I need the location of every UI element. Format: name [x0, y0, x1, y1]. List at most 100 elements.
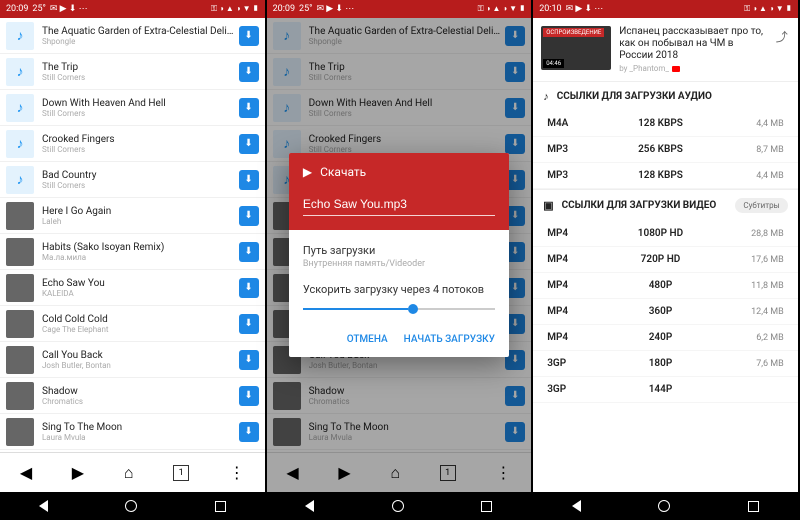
screen-formats: 20:10✉ ▶ ⬇ ⋯ ⚿ ◑ ▲ ◑ ▼ ▮ ОСПРОИЗВЕДЕНИЕ …	[533, 0, 800, 520]
nav-forward-icon[interactable]: ▶	[72, 463, 84, 482]
track-title: Down With Heaven And Hell	[42, 98, 239, 109]
filename-input[interactable]	[303, 193, 495, 216]
track-row[interactable]: Call You BackJosh Butler, Bontan⬇	[0, 342, 265, 378]
format-quality: 360P	[587, 306, 734, 317]
track-artist: Shpongle	[42, 37, 239, 46]
track-list[interactable]: ♪The Aquatic Garden of Extra-Celestial D…	[0, 18, 265, 452]
download-button[interactable]: ⬇	[239, 98, 259, 118]
cancel-button[interactable]: ОТМЕНА	[347, 334, 388, 345]
sys-home-icon[interactable]	[125, 500, 137, 512]
download-button[interactable]: ⬇	[239, 206, 259, 226]
download-button[interactable]: ⬇	[239, 422, 259, 442]
dialog-scrim[interactable]: ▶Скачать Путь загрузки Внутренняя память…	[267, 18, 532, 492]
nav-back-icon[interactable]: ◀	[20, 463, 32, 482]
format-quality: 1080P HD	[587, 228, 734, 239]
sys-back-icon[interactable]	[39, 500, 48, 512]
format-quality: 128 KBPS	[587, 170, 734, 181]
sys-recent-icon[interactable]	[215, 501, 226, 512]
format-row[interactable]: 3GP180P7,6 MB	[533, 351, 798, 377]
track-row[interactable]: ShadowChromatics⬇	[0, 378, 265, 414]
film-icon: ▣	[543, 199, 553, 212]
album-art	[6, 346, 34, 374]
format-quality: 128 KBPS	[587, 118, 734, 129]
format-quality: 480P	[587, 280, 734, 291]
system-nav	[0, 492, 265, 520]
download-button[interactable]: ⬇	[239, 62, 259, 82]
download-button[interactable]: ⬇	[239, 314, 259, 334]
download-button[interactable]: ⬇	[239, 134, 259, 154]
format-row[interactable]: MP4480P11,8 MB	[533, 273, 798, 299]
track-row[interactable]: ♪The Aquatic Garden of Extra-Celestial D…	[0, 18, 265, 54]
threads-label: Ускорить загрузку через 4 потоков	[303, 283, 495, 296]
sys-back-icon[interactable]	[305, 500, 314, 512]
track-title: Here I Go Again	[42, 206, 239, 217]
track-row[interactable]: Here I Go AgainLaleh⬇	[0, 198, 265, 234]
sys-home-icon[interactable]	[658, 500, 670, 512]
download-button[interactable]: ⬇	[239, 386, 259, 406]
music-note-icon: ♪	[543, 90, 549, 103]
format-row[interactable]: MP4720P HD17,6 MB	[533, 247, 798, 273]
track-artist: Still Corners	[42, 181, 239, 190]
track-row[interactable]: ♪Down With Heaven And HellStill Corners⬇	[0, 90, 265, 126]
track-artist: Still Corners	[42, 73, 239, 82]
track-title: Sing To The Moon	[42, 422, 239, 433]
track-artist: KALEIDA	[42, 289, 239, 298]
track-artist: Josh Butler, Bontan	[42, 361, 239, 370]
track-title: Bad Country	[42, 170, 239, 181]
path-value[interactable]: Внутренняя память/Videoder	[303, 259, 495, 269]
format-row[interactable]: MP3128 KBPS4,4 MB	[533, 163, 798, 189]
start-download-button[interactable]: НАЧАТЬ ЗАГРУЗКУ	[404, 334, 495, 345]
download-button[interactable]: ⬇	[239, 242, 259, 262]
format-quality: 240P	[587, 332, 734, 343]
home-icon[interactable]: ⌂	[124, 463, 134, 483]
duration-badge: 04:46	[543, 59, 564, 68]
download-icon: ▶	[303, 165, 312, 179]
track-row[interactable]: ♪Crooked FingersStill Corners⬇	[0, 126, 265, 162]
music-note-icon: ♪	[6, 22, 34, 50]
format-quality: 720P HD	[587, 254, 734, 265]
track-artist: Ма.ла.мила	[42, 253, 239, 262]
track-artist: Still Corners	[42, 145, 239, 154]
menu-icon[interactable]: ⋮	[229, 463, 245, 482]
format-row[interactable]: MP4360P12,4 MB	[533, 299, 798, 325]
format-size: 28,8 MB	[734, 229, 784, 239]
track-row[interactable]: Echo Saw YouKALEIDA⬇	[0, 270, 265, 306]
subtitles-button[interactable]: Субтитры	[735, 198, 787, 213]
track-row[interactable]: Sing To The MoonLaura Mvula⬇	[0, 414, 265, 450]
track-row[interactable]: Cold Cold ColdCage The Elephant⬇	[0, 306, 265, 342]
video-thumbnail[interactable]: ОСПРОИЗВЕДЕНИЕ 04:46	[541, 26, 611, 70]
format-ext: MP4	[547, 228, 587, 239]
track-artist: Laura Mvula	[42, 433, 239, 442]
track-title: Echo Saw You	[42, 278, 239, 289]
format-row[interactable]: 3GP144P	[533, 377, 798, 403]
browser-nav: ◀ ▶ ⌂ 1 ⋮	[0, 452, 265, 492]
track-title: Habits (Sako Isoyan Remix)	[42, 242, 239, 253]
track-row[interactable]: ♪Bad CountryStill Corners⬇	[0, 162, 265, 198]
track-row[interactable]: ♪The TripStill Corners⬇	[0, 54, 265, 90]
track-artist: Laleh	[42, 217, 239, 226]
album-art	[6, 238, 34, 266]
threads-slider[interactable]	[303, 308, 495, 310]
track-artist: Chromatics	[42, 397, 239, 406]
path-label: Путь загрузки	[303, 244, 495, 257]
format-row[interactable]: MP3256 KBPS8,7 MB	[533, 137, 798, 163]
track-row[interactable]: Habits (Sako Isoyan Remix)Ма.ла.мила⬇	[0, 234, 265, 270]
system-nav	[533, 492, 798, 520]
sys-back-icon[interactable]	[572, 500, 581, 512]
share-icon[interactable]: ⤴	[774, 26, 790, 47]
format-row[interactable]: M4A128 KBPS4,4 MB	[533, 111, 798, 137]
download-button[interactable]: ⬇	[239, 26, 259, 46]
format-ext: 3GP	[547, 358, 587, 369]
status-bar: 20:10✉ ▶ ⬇ ⋯ ⚿ ◑ ▲ ◑ ▼ ▮	[533, 0, 798, 18]
sys-home-icon[interactable]	[392, 500, 404, 512]
format-row[interactable]: MP4240P6,2 MB	[533, 325, 798, 351]
tabs-button[interactable]: 1	[173, 465, 189, 481]
format-row[interactable]: MP41080P HD28,8 MB	[533, 221, 798, 247]
sys-recent-icon[interactable]	[748, 501, 759, 512]
download-button[interactable]: ⬇	[239, 278, 259, 298]
sys-recent-icon[interactable]	[481, 501, 492, 512]
format-size: 7,6 MB	[734, 359, 784, 369]
download-button[interactable]: ⬇	[239, 170, 259, 190]
download-button[interactable]: ⬇	[239, 350, 259, 370]
format-ext: MP4	[547, 280, 587, 291]
